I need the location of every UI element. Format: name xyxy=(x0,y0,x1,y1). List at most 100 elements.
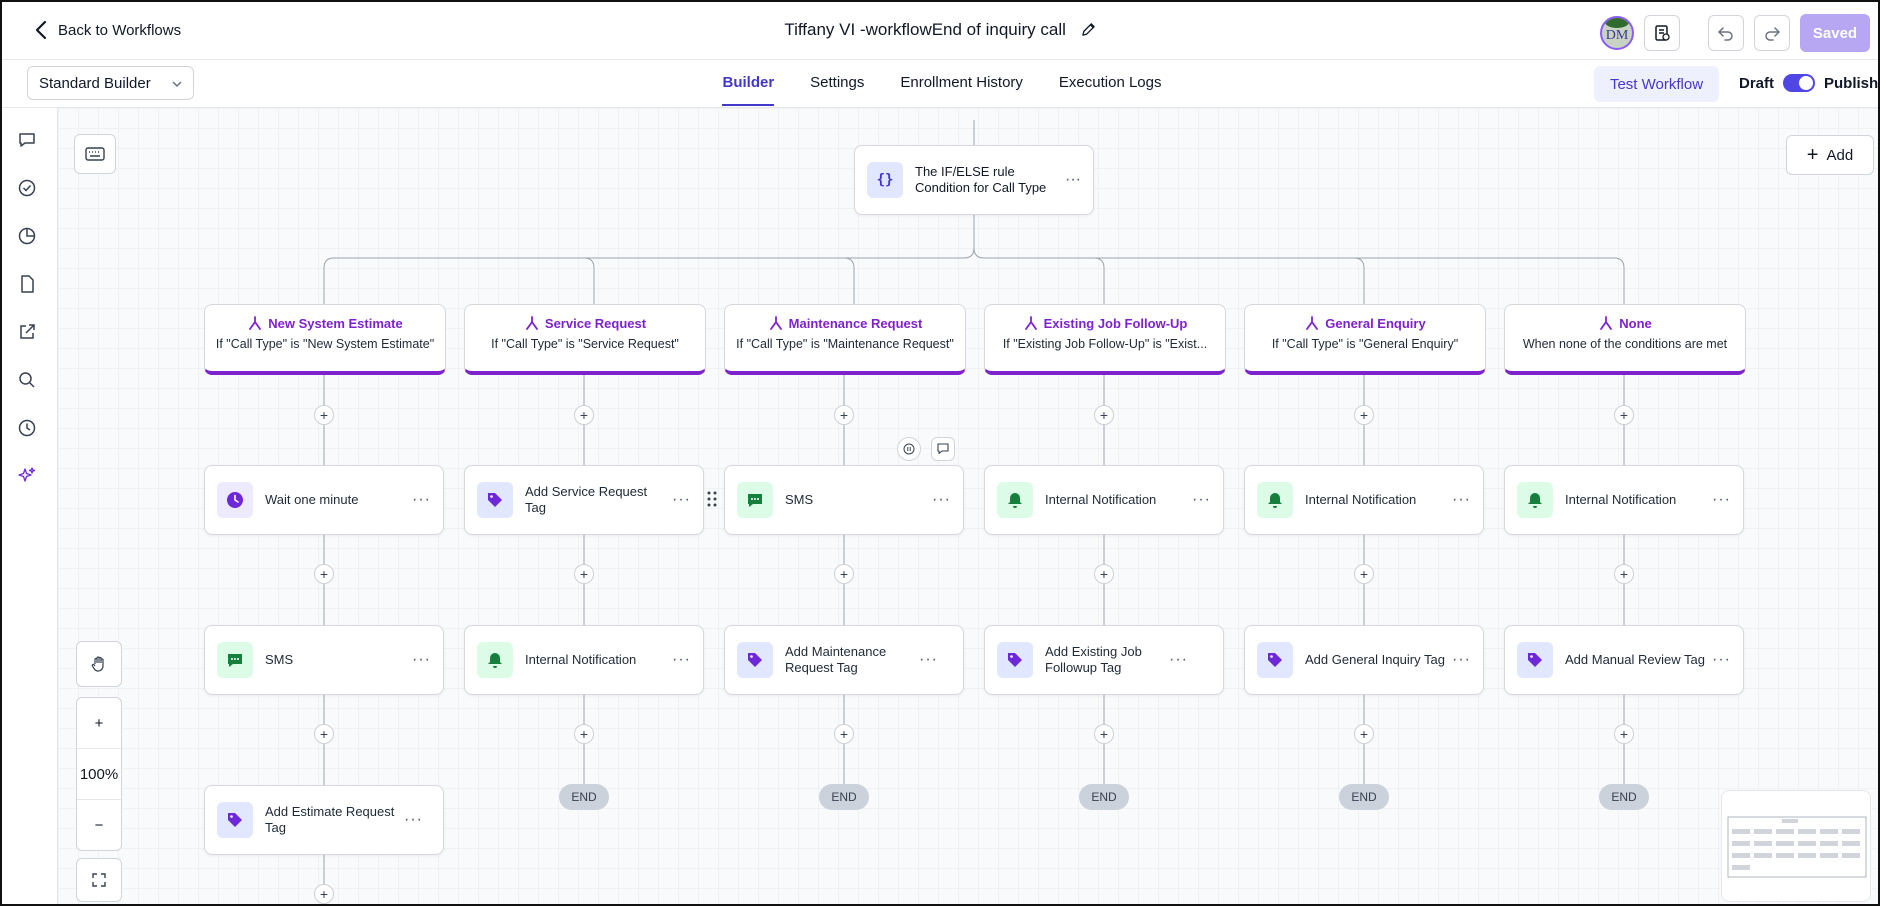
if-else-condition-card[interactable]: {} The IF/ELSE rule Condition for Call T… xyxy=(854,145,1094,215)
keyboard-shortcuts-button[interactable] xyxy=(74,134,116,174)
branch-new-system-estimate[interactable]: New System Estimate If "Call Type" is "N… xyxy=(204,304,446,375)
branch-condition: If "Call Type" is "Service Request" xyxy=(491,337,679,351)
comment-icon[interactable] xyxy=(931,437,955,461)
add-button[interactable]: + Add xyxy=(1786,135,1874,175)
more-options-icon[interactable]: ··· xyxy=(1712,651,1731,669)
tab-builder[interactable]: Builder xyxy=(722,60,775,106)
branch-none[interactable]: None When none of the conditions are met xyxy=(1504,304,1746,375)
add-step-button[interactable]: + xyxy=(574,564,594,584)
add-step-button[interactable]: + xyxy=(1614,724,1634,744)
action-card-add-tag[interactable]: Add Manual Review Tag ··· xyxy=(1504,625,1744,695)
add-step-button[interactable]: + xyxy=(574,405,594,425)
more-options-icon[interactable]: ··· xyxy=(1065,171,1081,189)
action-card-notification[interactable]: Internal Notification ··· xyxy=(1244,465,1484,535)
builder-mode-value: Standard Builder xyxy=(39,75,151,92)
add-step-button[interactable]: + xyxy=(314,724,334,744)
pan-tool-button[interactable] xyxy=(76,641,122,687)
branch-icon xyxy=(249,316,262,330)
action-card-add-tag[interactable]: Add Existing Job Followup Tag ··· xyxy=(984,625,1224,695)
action-label: Internal Notification xyxy=(1305,492,1417,507)
minimap[interactable] xyxy=(1721,790,1871,902)
add-step-button[interactable]: + xyxy=(1094,724,1114,744)
builder-mode-select[interactable]: Standard Builder xyxy=(27,66,194,100)
zoom-controls: + 100% − xyxy=(76,697,122,851)
add-step-button[interactable]: + xyxy=(1354,724,1374,744)
action-label: Add Estimate Request Tag xyxy=(265,804,395,835)
action-card-sms[interactable]: SMS ··· xyxy=(724,465,964,535)
tab-execution-logs[interactable]: Execution Logs xyxy=(1059,60,1162,106)
add-step-button[interactable]: + xyxy=(834,724,854,744)
branch-maintenance-request[interactable]: Maintenance Request If "Call Type" is "M… xyxy=(724,304,966,375)
drag-handle-icon[interactable] xyxy=(706,490,718,508)
action-card-add-tag[interactable]: Add General Inquiry Tag ··· xyxy=(1244,625,1484,695)
action-card-add-tag[interactable]: Add Maintenance Request Tag ··· xyxy=(724,625,964,695)
add-step-button[interactable]: + xyxy=(314,405,334,425)
tag-icon xyxy=(477,482,513,518)
action-card-notification[interactable]: Internal Notification ··· xyxy=(1504,465,1744,535)
more-options-icon[interactable]: ··· xyxy=(919,651,938,669)
keyboard-icon xyxy=(85,147,105,161)
add-step-button[interactable]: + xyxy=(834,564,854,584)
code-braces-icon: {} xyxy=(867,162,903,198)
check-circle-icon[interactable] xyxy=(15,176,39,200)
comment-icon[interactable] xyxy=(15,128,39,152)
more-options-icon[interactable]: ··· xyxy=(1452,651,1471,669)
workflow-notes-button[interactable] xyxy=(1644,15,1680,51)
workflow-title[interactable]: Tiffany VI -workflowEnd of inquiry call xyxy=(0,20,1880,42)
pie-chart-icon[interactable] xyxy=(15,224,39,248)
branch-existing-job-follow-up[interactable]: Existing Job Follow-Up If "Existing Job … xyxy=(984,304,1226,375)
more-options-icon[interactable]: ··· xyxy=(672,651,691,669)
branch-icon xyxy=(1600,316,1613,330)
avatar[interactable]: DM xyxy=(1600,16,1634,50)
more-options-icon[interactable]: ··· xyxy=(1712,491,1731,509)
zoom-in-button[interactable]: + xyxy=(77,698,121,749)
undo-button[interactable] xyxy=(1708,15,1744,51)
branch-icon xyxy=(1306,316,1319,330)
pencil-icon[interactable] xyxy=(1081,22,1096,42)
add-step-button[interactable]: + xyxy=(1354,405,1374,425)
action-card-sms[interactable]: SMS ··· xyxy=(204,625,444,695)
branch-service-request[interactable]: Service Request If "Call Type" is "Servi… xyxy=(464,304,706,375)
add-step-button[interactable]: + xyxy=(1354,564,1374,584)
add-step-button[interactable]: + xyxy=(574,724,594,744)
saved-button[interactable]: Saved xyxy=(1800,14,1870,52)
test-workflow-button[interactable]: Test Workflow xyxy=(1594,66,1719,102)
more-options-icon[interactable]: ··· xyxy=(1169,651,1188,669)
tab-settings[interactable]: Settings xyxy=(810,60,864,106)
bell-icon xyxy=(477,642,513,678)
more-options-icon[interactable]: ··· xyxy=(932,491,951,509)
tab-enrollment-history[interactable]: Enrollment History xyxy=(900,60,1023,106)
file-icon[interactable] xyxy=(15,272,39,296)
add-step-button[interactable]: + xyxy=(314,564,334,584)
more-options-icon[interactable]: ··· xyxy=(412,491,431,509)
plus-icon: + xyxy=(1806,144,1819,166)
external-link-icon[interactable] xyxy=(15,320,39,344)
more-options-icon[interactable]: ··· xyxy=(672,491,691,509)
fit-view-button[interactable] xyxy=(76,858,122,902)
publish-toggle[interactable] xyxy=(1783,74,1816,92)
add-step-button[interactable]: + xyxy=(834,405,854,425)
add-step-button[interactable]: + xyxy=(314,884,334,904)
pause-icon[interactable] xyxy=(897,437,921,461)
add-step-button[interactable]: + xyxy=(1614,564,1634,584)
add-step-button[interactable]: + xyxy=(1614,405,1634,425)
more-options-icon[interactable]: ··· xyxy=(412,651,431,669)
action-card-add-tag[interactable]: Add Service Request Tag ··· xyxy=(464,465,704,535)
expand-icon xyxy=(92,873,106,887)
search-icon[interactable] xyxy=(15,368,39,392)
sparkles-icon[interactable] xyxy=(15,464,39,488)
action-card-notification[interactable]: Internal Notification ··· xyxy=(984,465,1224,535)
action-card-add-tag[interactable]: Add Estimate Request Tag ··· xyxy=(204,785,444,855)
bell-icon xyxy=(1517,482,1553,518)
redo-button[interactable] xyxy=(1754,15,1790,51)
action-card-notification[interactable]: Internal Notification ··· xyxy=(464,625,704,695)
add-step-button[interactable]: + xyxy=(1094,564,1114,584)
action-card-wait[interactable]: Wait one minute ··· xyxy=(204,465,444,535)
zoom-out-button[interactable]: − xyxy=(77,800,121,851)
add-step-button[interactable]: + xyxy=(1094,405,1114,425)
more-options-icon[interactable]: ··· xyxy=(1192,491,1211,509)
more-options-icon[interactable]: ··· xyxy=(404,811,423,829)
more-options-icon[interactable]: ··· xyxy=(1452,491,1471,509)
branch-general-enquiry[interactable]: General Enquiry If "Call Type" is "Gener… xyxy=(1244,304,1486,375)
history-icon[interactable] xyxy=(15,416,39,440)
